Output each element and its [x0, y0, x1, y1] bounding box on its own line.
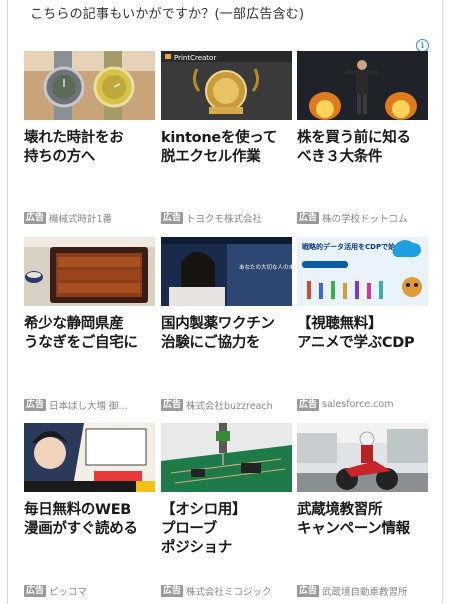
ad-badge: 広告	[161, 398, 184, 411]
ad-card[interactable]: 株を買う前に知る べき３大条件 広告 株の学校ドットコム	[297, 51, 428, 225]
ad-thumbnail-printcreator[interactable]: PrintCreator	[161, 51, 292, 120]
ad-source: 広告 株式会社ミコジック	[161, 584, 292, 598]
advertiser-name: トヨクモ株式会社	[186, 213, 263, 225]
ad-badge: 広告	[24, 584, 47, 597]
ad-thumbnail-manga[interactable]	[24, 423, 155, 492]
ad-thumbnail-watches[interactable]	[24, 51, 155, 120]
ad-card[interactable]: あなたの大切な人の未来のために。 国内製薬ワクチン 治験にご協力を 広告 株式会…	[161, 237, 292, 412]
ad-source: 広告 株の学校ドットコム	[297, 211, 428, 225]
ad-source: 広告 トヨクモ株式会社	[161, 211, 292, 225]
ad-badge: 広告	[297, 211, 320, 224]
ad-badge: 広告	[24, 398, 47, 411]
section-heading: こちらの記事もいかがですか？(一部広告含む)	[30, 7, 305, 22]
advertiser-name: salesforce.com	[322, 399, 394, 410]
ad-title[interactable]: 壊れた時計をお 持ちの方へ	[24, 129, 155, 167]
ad-title[interactable]: 希少な静岡県産 うなぎをご自宅に	[24, 315, 155, 353]
ad-card[interactable]: 毎日無料のWEB 漫画がすぐ読める 広告 ピッコマ	[24, 423, 155, 598]
ad-title[interactable]: kintoneを使って 脱エクセル作業	[161, 129, 292, 167]
ad-title[interactable]: 株を買う前に知る べき３大条件	[297, 129, 428, 167]
banner-brand-text: PrintCreator	[174, 54, 216, 62]
advertiser-name: 日本ばし大増 御...	[49, 400, 128, 412]
ad-card[interactable]: 武蔵境教習所 キャンペーン情報 広告 武蔵境自動車教習所	[297, 423, 428, 598]
ad-thumbnail-circuit[interactable]	[161, 423, 292, 492]
ad-badge: 広告	[297, 584, 320, 597]
ad-source: 広告 武蔵境自動車教習所	[297, 584, 428, 598]
ad-badge: 広告	[297, 398, 320, 411]
ad-source: 広告 ピッコマ	[24, 584, 155, 598]
advertiser-name: 株式会社ミコジック	[186, 586, 272, 598]
advertiser-name: 機械式時計1番	[49, 213, 113, 225]
ad-card[interactable]: 壊れた時計をお 持ちの方へ 広告 機械式時計1番	[24, 51, 155, 225]
ad-card[interactable]: 希少な静岡県産 うなぎをご自宅に 広告 日本ばし大増 御...	[24, 237, 155, 412]
banner-caption: あなたの大切な人の未来のために。	[239, 263, 292, 271]
ad-thumbnail-vaccine[interactable]: あなたの大切な人の未来のために。	[161, 237, 292, 306]
ad-card[interactable]: 戦略的データ活用をCDPで始めよう 【視聴無料】 アニメで学ぶCDP 広告 sa…	[297, 237, 428, 411]
ad-thumbnail-motorcycle[interactable]	[297, 423, 428, 492]
ad-badge: 広告	[24, 211, 47, 224]
advertiser-name: ピッコマ	[49, 586, 88, 598]
advertiser-name: 株の学校ドットコム	[322, 213, 408, 225]
ad-title[interactable]: 【視聴無料】 アニメで学ぶCDP	[297, 315, 428, 353]
ad-badge: 広告	[161, 211, 184, 224]
ad-source: 広告 株式会社buzzreach	[161, 398, 292, 412]
ad-source: 広告 salesforce.com	[297, 398, 428, 411]
ad-card[interactable]: 【オシロ用】 プローブ ポジショナ 広告 株式会社ミコジック	[161, 423, 292, 598]
ad-badge: 広告	[161, 584, 184, 597]
ad-thumbnail-salesforce[interactable]: 戦略的データ活用をCDPで始めよう	[297, 237, 428, 306]
ad-thumbnail-jetpack[interactable]	[297, 51, 428, 120]
ad-source: 広告 日本ばし大増 御...	[24, 398, 155, 412]
ad-title[interactable]: 武蔵境教習所 キャンペーン情報	[297, 501, 428, 539]
advertiser-name: 株式会社buzzreach	[186, 400, 273, 412]
ad-title[interactable]: 毎日無料のWEB 漫画がすぐ読める	[24, 501, 155, 539]
ad-source: 広告 機械式時計1番	[24, 211, 155, 225]
ad-thumbnail-eel[interactable]	[24, 237, 155, 306]
ad-title[interactable]: 【オシロ用】 プローブ ポジショナ	[161, 501, 292, 558]
ad-card[interactable]: PrintCreator kintoneを使って 脱エクセル作業 広告 トヨクモ…	[161, 51, 292, 225]
advertiser-name: 武蔵境自動車教習所	[322, 586, 408, 598]
ad-title[interactable]: 国内製薬ワクチン 治験にご協力を	[161, 315, 292, 353]
